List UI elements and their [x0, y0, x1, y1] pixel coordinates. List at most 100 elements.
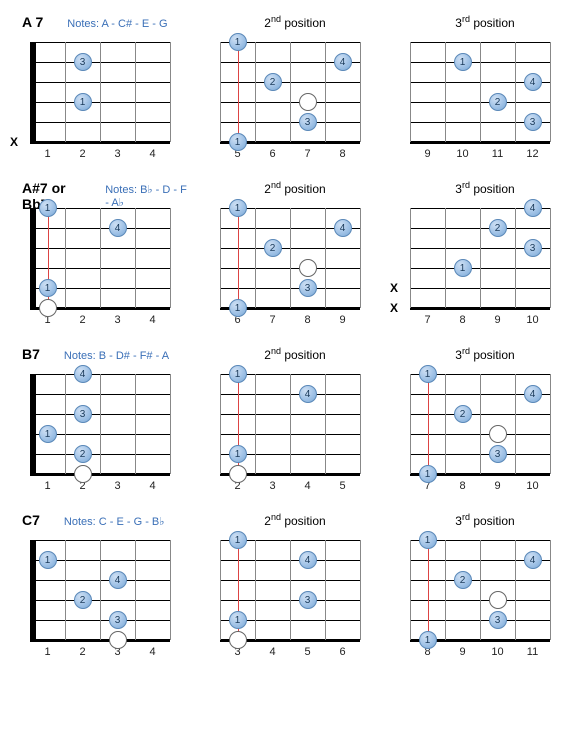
fret-labels: 1234 — [30, 646, 170, 658]
nut — [30, 42, 36, 142]
finger-dot: 2 — [489, 219, 507, 237]
fret-number: 9 — [480, 480, 515, 492]
finger-dot: 1 — [229, 365, 247, 383]
finger-dot: 1 — [229, 133, 247, 151]
fretboard: 14231 — [410, 540, 550, 640]
nut — [30, 374, 36, 474]
chord-cell: 3rd position14239101112 — [390, 10, 570, 166]
finger-dot: 4 — [74, 365, 92, 383]
finger-dot: 1 — [419, 365, 437, 383]
chord-diagram: 142316789 — [202, 202, 372, 332]
fretboard: 14231 — [410, 374, 550, 474]
fret-number: 5 — [290, 646, 325, 658]
finger-dot: 4 — [109, 571, 127, 589]
fret-labels: 9101112 — [410, 148, 550, 160]
fret-number: 7 — [290, 148, 325, 160]
open-note-dot — [39, 299, 57, 317]
nut — [30, 208, 36, 308]
fret-number: 4 — [290, 480, 325, 492]
fretboard: 14231 — [220, 208, 360, 308]
finger-dot: 2 — [454, 571, 472, 589]
fret-number: 4 — [255, 646, 290, 658]
finger-dot: 4 — [524, 551, 542, 569]
chord-header: A 7Notes: A - C# - E - G — [22, 14, 188, 36]
chord-diagram: 1423178910 — [392, 368, 562, 498]
fretboard: 4312 — [30, 374, 170, 474]
open-note-dot — [74, 465, 92, 483]
chord-diagram: 43121234 — [12, 368, 182, 498]
finger-dot: 3 — [109, 611, 127, 629]
finger-dot: 1 — [454, 53, 472, 71]
chord-diagram: 14231891011 — [392, 534, 562, 664]
finger-dot: 4 — [334, 219, 352, 237]
fret-number: 6 — [255, 148, 290, 160]
finger-dot: 1 — [229, 299, 247, 317]
finger-dot: 2 — [74, 445, 92, 463]
barre-line — [238, 42, 239, 142]
fret-number: 1 — [30, 480, 65, 492]
finger-dot: 3 — [489, 445, 507, 463]
finger-dot: 1 — [454, 259, 472, 277]
position-label: 3rd position — [402, 180, 568, 196]
finger-dot: 1 — [229, 199, 247, 217]
chord-header: 3rd position — [402, 14, 568, 36]
open-note-dot — [489, 425, 507, 443]
fret-number: 2 — [65, 646, 100, 658]
open-note-dot — [109, 631, 127, 649]
finger-dot: 2 — [454, 405, 472, 423]
chord-cell: 2nd position142315678 — [200, 10, 380, 166]
finger-dot: 3 — [299, 591, 317, 609]
fret-number: 6 — [325, 646, 360, 658]
position-label: 2nd position — [212, 512, 378, 528]
fret-number: 5 — [325, 480, 360, 492]
chord-header: B7Notes: B - D# - F# - A — [22, 346, 188, 368]
chord-header: C7Notes: C - E - G - B♭ — [22, 512, 188, 534]
fret-number: 3 — [100, 314, 135, 326]
fretboard: 14231 — [220, 42, 360, 142]
mute-marker: X — [390, 301, 398, 315]
fret-number: 12 — [515, 148, 550, 160]
fret-number: 8 — [290, 314, 325, 326]
finger-dot: 1 — [229, 611, 247, 629]
chord-diagram: 14239101112 — [392, 36, 562, 166]
mute-marker: X — [10, 135, 18, 149]
finger-dot: 3 — [489, 611, 507, 629]
finger-dot: 1 — [39, 199, 57, 217]
finger-dot: 2 — [74, 591, 92, 609]
fret-labels: 1234 — [30, 148, 170, 160]
fret-number: 10 — [515, 314, 550, 326]
chord-diagram: 14231234 — [12, 534, 182, 664]
position-label: 2nd position — [212, 346, 378, 362]
fret-number: 3 — [255, 480, 290, 492]
fret-number: 10 — [480, 646, 515, 658]
chord-name: C7 — [22, 512, 40, 528]
finger-dot: 1 — [419, 531, 437, 549]
finger-dot: 4 — [299, 385, 317, 403]
position-label: 3rd position — [402, 346, 568, 362]
fret-number: 4 — [135, 646, 170, 658]
finger-dot: 1 — [39, 551, 57, 569]
barre-line — [238, 208, 239, 308]
fret-number: 1 — [30, 646, 65, 658]
finger-dot: 1 — [74, 93, 92, 111]
chord-grid: A 7Notes: A - C# - E - GX3112342nd posit… — [10, 10, 572, 664]
chord-cell: 3rd positionXX423178910 — [390, 176, 570, 332]
chord-cell: 2nd position14313456 — [200, 508, 380, 664]
fret-number: 8 — [445, 480, 480, 492]
open-note-dot — [299, 93, 317, 111]
fret-number: 3 — [100, 480, 135, 492]
chord-diagram: XX423178910 — [392, 202, 562, 332]
finger-dot: 1 — [229, 445, 247, 463]
chord-cell: C7Notes: C - E - G - B♭14231234 — [10, 508, 190, 664]
chord-diagram: 1411234 — [12, 202, 182, 332]
fretboard: 141 — [220, 374, 360, 474]
finger-dot: 4 — [299, 551, 317, 569]
mute-marker: X — [390, 281, 398, 295]
chord-header: 3rd position — [402, 180, 568, 202]
chord-cell: 3rd position14231891011 — [390, 508, 570, 664]
chord-notes: Notes: A - C# - E - G — [67, 18, 167, 30]
finger-dot: 4 — [109, 219, 127, 237]
finger-dot: 3 — [524, 113, 542, 131]
finger-dot: 1 — [39, 425, 57, 443]
fretboard: 4231 — [410, 208, 550, 308]
